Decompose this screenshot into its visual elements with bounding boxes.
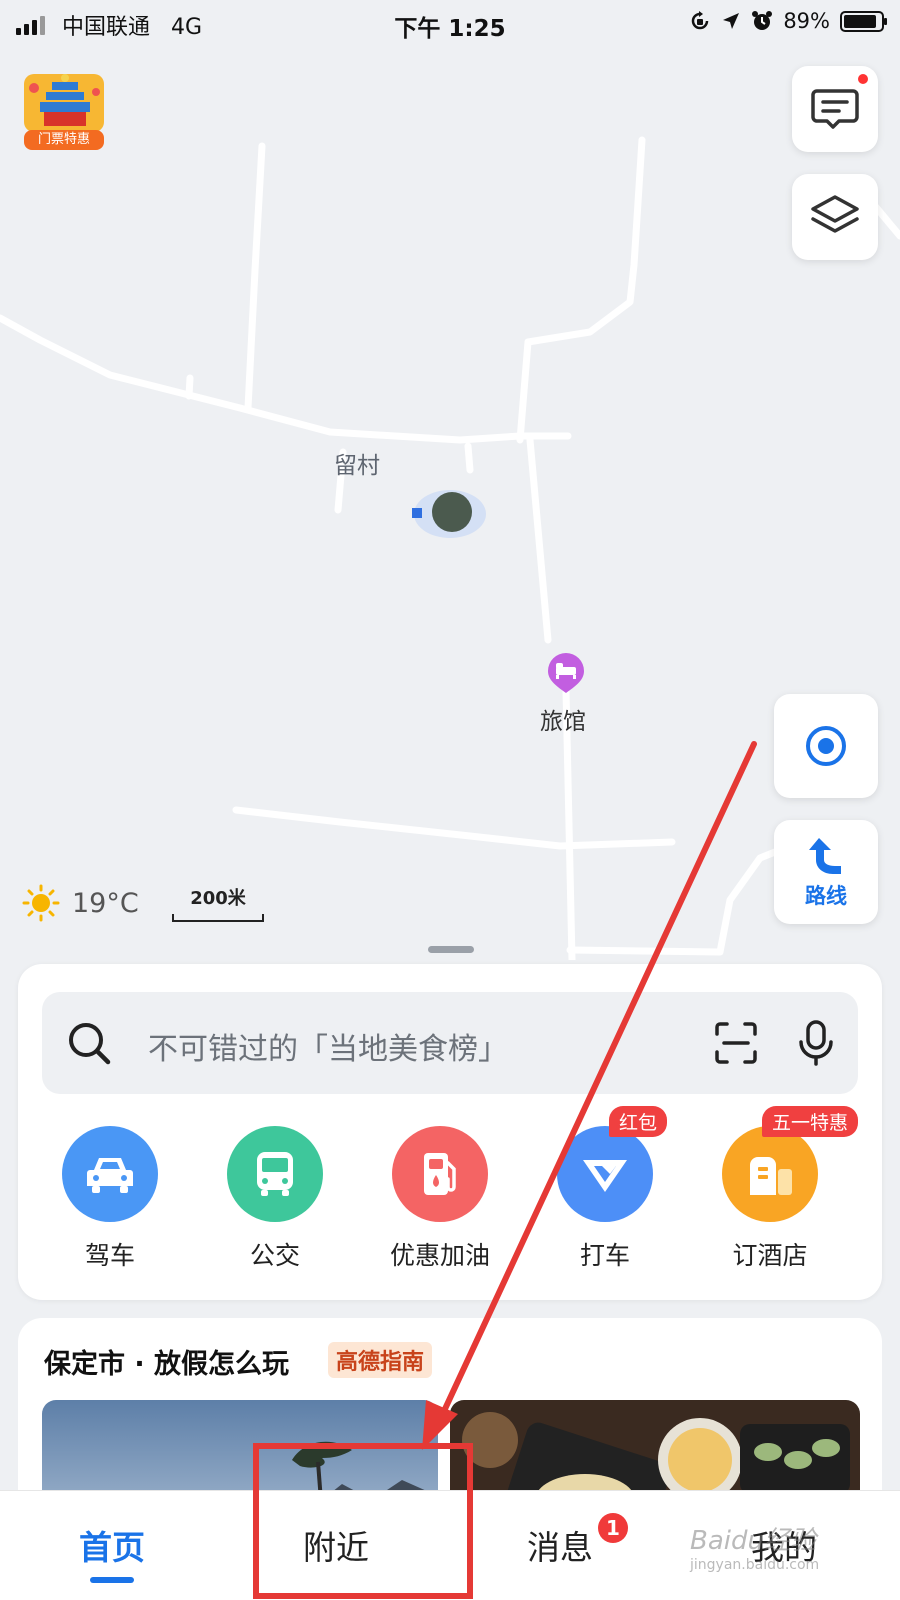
route-button[interactable]: 路线 [774,820,878,924]
hotel-label[interactable]: 旅馆 [540,702,586,736]
map-view[interactable]: 门票特惠 留村 旅馆 路线 19°C 200米 [0,0,900,960]
signal-icon [16,16,45,35]
quick-action-circle [392,1126,488,1222]
route-arrow-icon [809,838,841,874]
alarm-icon [752,11,773,30]
drive-label: 驾车 [84,1241,135,1270]
network-type: 4G [171,15,203,40]
map-roads [0,136,900,960]
fuel-discount-label: 优惠加油 [389,1241,490,1270]
weather-widget[interactable]: 19°C [22,884,139,922]
carrier-network: 中国联通 4G [62,9,202,41]
search-panel: 不可错过的「当地美食榜」 驾车 公交 优惠加油 红包 打车 五一特惠 订酒店 [18,964,882,1300]
hotel-icon [750,1157,792,1195]
temple-icon [24,74,104,132]
active-tab-indicator [90,1577,134,1583]
weather-temperature: 19°C [72,887,139,919]
tab-messages-label: 消息 [527,1528,593,1567]
sun-icon [22,884,60,922]
bed-icon [548,653,584,693]
unread-badge: 1 [598,1513,628,1543]
tab-messages[interactable]: 消息 1 [470,1513,650,1569]
panel-drag-handle[interactable] [428,946,474,953]
red-packet-badge: 红包 [609,1106,668,1137]
tab-home-label: 首页 [79,1528,145,1567]
watermark-main: Baidu经验 [690,1526,816,1556]
locate-me-button[interactable] [774,694,878,798]
village-label[interactable]: 留村 [334,446,380,480]
scale-bar [172,914,264,922]
carrier-name: 中国联通 [62,15,151,40]
map-layers-button[interactable] [792,174,878,260]
drive-button[interactable]: 驾车 [40,1126,180,1272]
car-icon [87,1158,133,1193]
microphone-icon[interactable] [798,1020,834,1066]
bus-button[interactable]: 公交 [205,1126,345,1272]
rotation-lock-icon [692,11,709,30]
quick-action-circle [557,1126,653,1222]
layers-icon [811,195,859,233]
search-input[interactable]: 不可错过的「当地美食榜」 [42,992,858,1094]
taxi-label: 打车 [579,1241,630,1270]
book-hotel-label: 订酒店 [732,1241,808,1270]
scan-icon[interactable] [714,1022,758,1064]
guide-tag: 高德指南 [328,1342,433,1378]
taxi-button[interactable]: 红包 打车 [535,1106,675,1272]
search-icon [69,1023,111,1065]
battery-percent: 89% [783,9,830,33]
hotel-poi-marker[interactable] [546,651,586,693]
watermark-sub: jingyan.baidu.com [690,1557,820,1573]
bus-icon [257,1152,293,1196]
map-scale: 200米 [172,884,264,922]
user-location-marker[interactable] [410,486,490,542]
quick-action-circle [722,1126,818,1222]
fuel-discount-button[interactable]: 优惠加油 [370,1126,510,1272]
baidu-watermark: Baidu经验 jingyan.baidu.com [690,1520,819,1573]
ticket-promo-badge[interactable]: 门票特惠 [22,68,106,150]
tab-nearby-label: 附近 [303,1528,369,1567]
guide-title: 保定市 · 放假怎么玩 [44,1349,290,1380]
holiday-deal-badge: 五一特惠 [762,1106,859,1137]
promo-badge-label: 门票特惠 [24,130,104,150]
taxi-icon [583,1160,627,1192]
fuel-icon [424,1153,456,1195]
route-label: 路线 [805,884,847,908]
tab-nearby[interactable]: 附近 [246,1521,426,1569]
book-hotel-button[interactable]: 五一特惠 订酒店 [700,1106,859,1272]
quick-action-circle [227,1126,323,1222]
status-bar: 中国联通 4G 下午 1:25 89% [0,0,900,46]
notification-dot [856,72,870,86]
quick-action-circle [62,1126,158,1222]
feedback-button[interactable] [792,66,878,152]
tab-home[interactable]: 首页 [22,1521,202,1583]
scale-label: 200米 [190,888,246,909]
quick-actions: 驾车 公交 优惠加油 红包 打车 五一特惠 订酒店 [18,1106,882,1286]
message-icon [811,89,859,129]
battery-icon [840,10,887,32]
location-arrow-icon [723,13,740,29]
search-placeholder: 不可错过的「当地美食榜」 [148,1032,508,1067]
locate-icon [806,726,846,766]
bus-label: 公交 [249,1241,300,1270]
